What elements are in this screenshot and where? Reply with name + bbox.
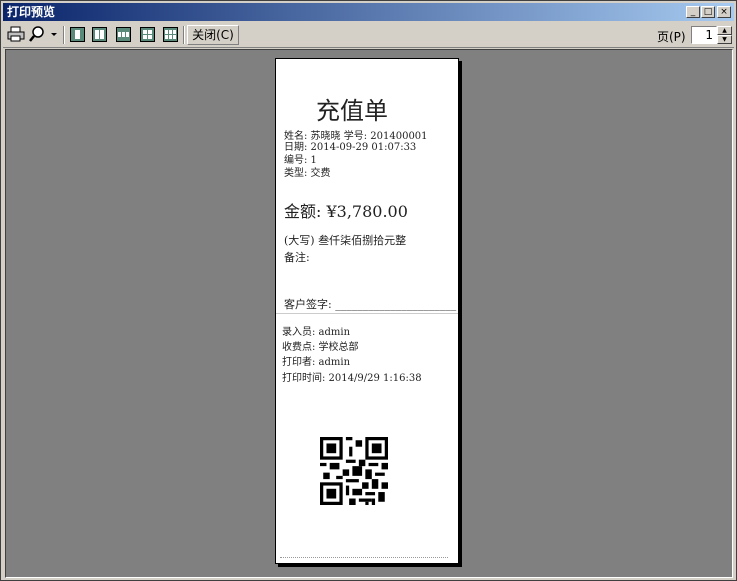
receipt-divider <box>276 313 458 314</box>
toolbar-separator <box>63 26 65 44</box>
receipt-entered-by: 录入员: admin <box>282 327 351 338</box>
three-page-view-button[interactable] <box>116 27 131 42</box>
receipt-title: 充值单 <box>316 97 388 125</box>
magnifier-icon <box>29 26 57 42</box>
two-page-icon <box>95 30 99 39</box>
close-window-button[interactable]: × <box>717 6 731 18</box>
receipt-collection-point: 收费点: 学校总部 <box>282 342 359 353</box>
receipt-date-line: 日期: 2014-09-29 01:07:33 <box>284 142 417 153</box>
printer-icon <box>7 26 25 42</box>
receipt-print-time: 打印时间: 2014/9/29 1:16:38 <box>282 373 422 384</box>
page-footer-line <box>280 557 448 558</box>
qr-code-icon <box>320 437 388 505</box>
six-page-view-button[interactable] <box>163 27 178 42</box>
three-page-icon <box>118 32 121 37</box>
zoom-button[interactable] <box>29 25 59 44</box>
toolbar-separator <box>183 26 185 44</box>
page-label: 页(P) <box>657 30 686 44</box>
six-page-icon <box>165 30 168 34</box>
spin-up-icon[interactable]: ▲ <box>717 26 732 35</box>
preview-page: 充值单 姓名: 苏晓晓 学号: 201400001 日期: 2014-09-29… <box>275 58 459 564</box>
four-page-icon <box>143 30 147 34</box>
close-preview-button[interactable]: 关闭(C) <box>187 25 239 45</box>
receipt-printer: 打印者: admin <box>282 357 351 368</box>
receipt-amount-upper: (大写) 叁仟柒佰捌拾元整 <box>284 234 407 247</box>
receipt-remark: 备注: <box>284 251 310 264</box>
minimize-button[interactable]: _ <box>686 6 700 18</box>
one-page-icon <box>75 30 80 39</box>
toolbar: 关闭(C) 页(P) 1 ▲ ▼ <box>3 23 734 48</box>
print-button[interactable] <box>7 25 27 44</box>
receipt-name-line: 姓名: 苏晓晓 学号: 201400001 <box>284 131 428 142</box>
spin-down-icon[interactable]: ▼ <box>717 35 732 44</box>
receipt-signature: 客户签字: ______________________ <box>284 298 457 311</box>
page-spinner[interactable]: ▲ ▼ <box>717 26 732 44</box>
two-page-view-button[interactable] <box>92 27 107 42</box>
window-title: 打印预览 <box>7 5 56 19</box>
receipt-type-line: 类型: 交费 <box>284 168 331 179</box>
receipt-number-line: 编号: 1 <box>284 155 317 166</box>
title-bar[interactable]: 打印预览 _ □ × <box>3 3 734 21</box>
maximize-button[interactable]: □ <box>701 6 715 18</box>
four-page-view-button[interactable] <box>140 27 155 42</box>
page-number-input[interactable]: 1 <box>691 26 717 44</box>
one-page-view-button[interactable] <box>70 27 85 42</box>
receipt-amount: 金额: ¥3,780.00 <box>284 202 408 221</box>
